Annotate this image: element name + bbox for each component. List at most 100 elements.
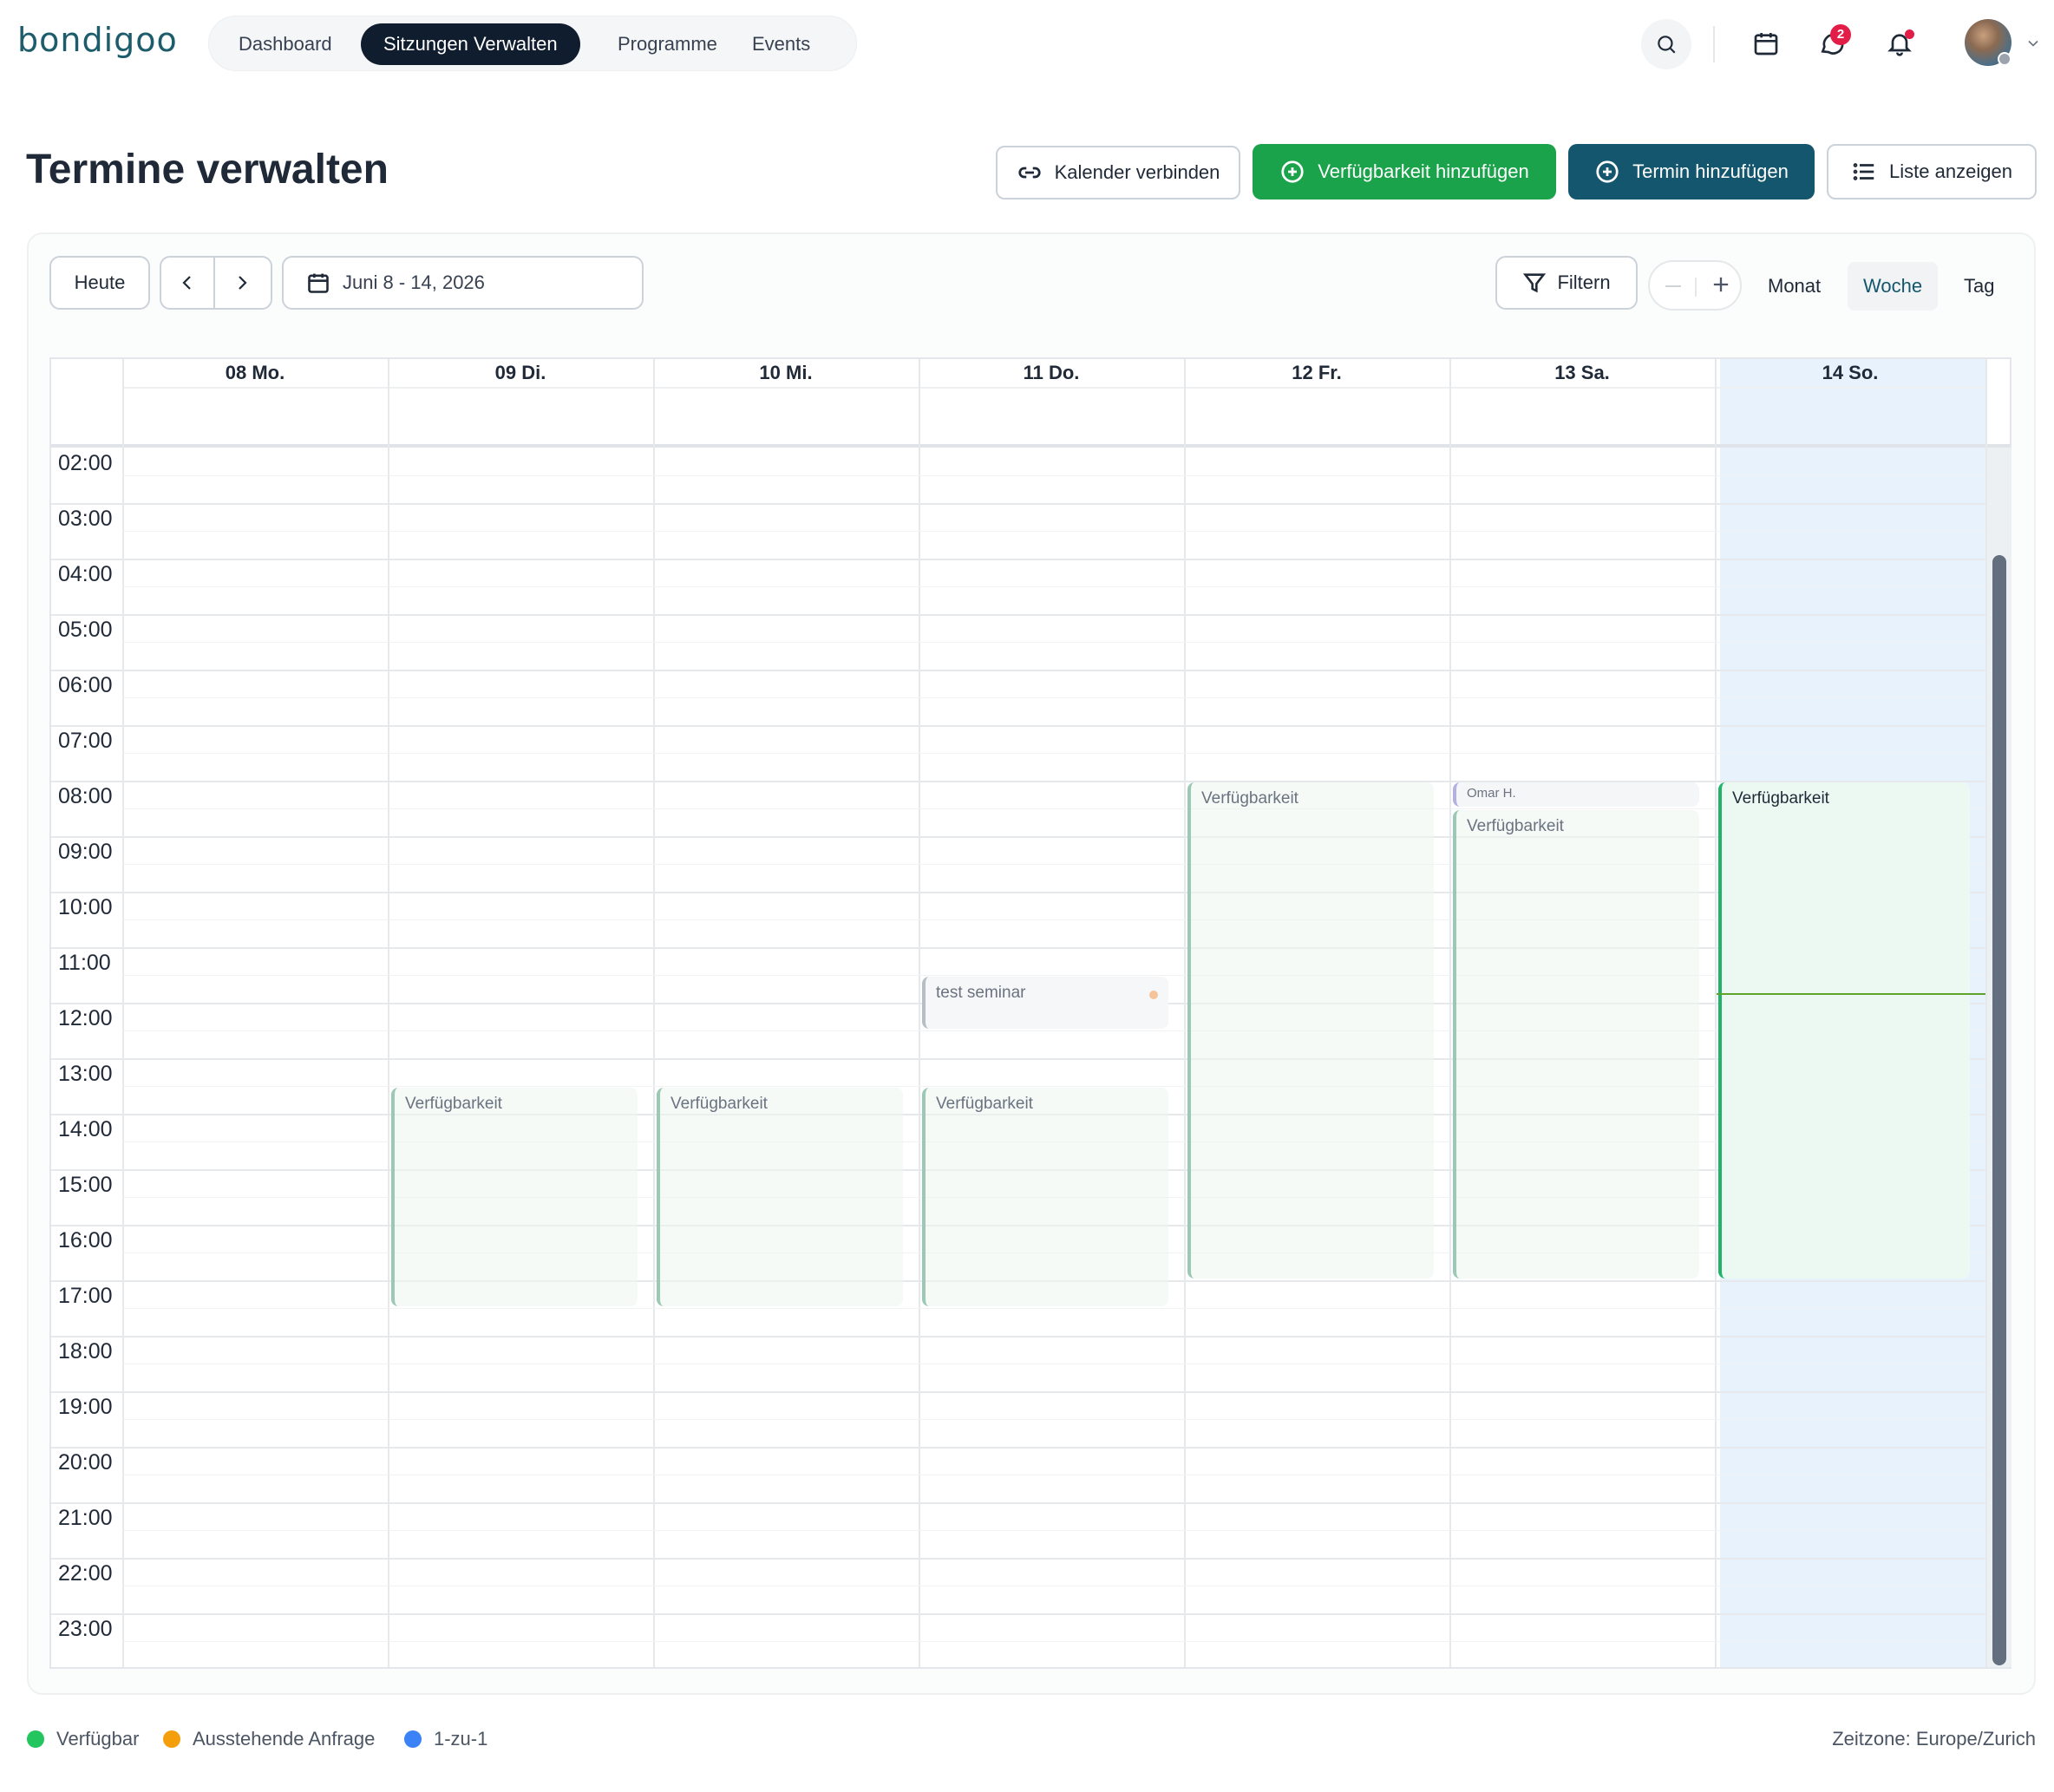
half-hour-divider — [122, 808, 1985, 809]
day-header-wed[interactable]: 10 Mi. — [653, 359, 919, 387]
time-label: 10:00 — [58, 895, 113, 919]
show-list-button[interactable]: Liste anzeigen — [1827, 144, 2037, 199]
day-header-sat[interactable]: 13 Sa. — [1449, 359, 1715, 387]
day-header-fri[interactable]: 12 Fr. — [1184, 359, 1449, 387]
view-tab-day[interactable]: Tag — [1948, 262, 2010, 311]
connect-calendar-label: Kalender verbinden — [1054, 161, 1220, 183]
view-tab-month[interactable]: Monat — [1752, 262, 1836, 311]
event-title: Verfügbarkeit — [1732, 789, 1829, 808]
column-divider — [653, 359, 655, 1667]
legend-label-one-on-one: 1-zu-1 — [434, 1728, 488, 1749]
column-divider — [1184, 359, 1186, 1667]
today-button[interactable]: Heute — [49, 256, 150, 310]
hour-divider — [51, 1391, 1985, 1393]
notification-dot — [1905, 29, 1914, 39]
hour-divider — [51, 1447, 1985, 1449]
event-availability[interactable]: Verfügbarkeit — [391, 1088, 638, 1306]
nav-item-programme[interactable]: Programme — [595, 23, 740, 65]
messages-count-badge: 2 — [1830, 24, 1851, 45]
event-availability[interactable]: Verfügbarkeit — [1718, 782, 1970, 1279]
zoom-out-button[interactable] — [1665, 285, 1681, 287]
time-label: 15:00 — [58, 1173, 113, 1197]
user-menu-toggle[interactable] — [2023, 33, 2044, 54]
time-label: 03:00 — [58, 507, 113, 531]
event-availability[interactable]: Verfügbarkeit — [1453, 810, 1699, 1279]
legend-label-pending: Ausstehende Anfrage — [193, 1728, 376, 1749]
half-hour-divider — [122, 753, 1985, 754]
event-title: Verfügbarkeit — [1467, 817, 1564, 835]
week-calendar-grid: 08 Mo. 09 Di. 10 Mi. 11 Do. 12 Fr. 13 Sa… — [49, 357, 2011, 1669]
hour-divider — [51, 614, 1985, 616]
hour-divider — [51, 1502, 1985, 1504]
next-week-button[interactable] — [215, 258, 269, 308]
column-divider — [1715, 359, 1717, 1667]
page-title: Termine verwalten — [26, 147, 389, 193]
event-title: Omar H. — [1467, 786, 1516, 801]
hour-divider — [51, 670, 1985, 671]
add-availability-button[interactable]: Verfügbarkeit hinzufügen — [1253, 144, 1556, 199]
view-tab-week[interactable]: Woche — [1848, 262, 1939, 311]
legend-label-available: Verfügbar — [56, 1728, 140, 1749]
header-divider — [122, 387, 1985, 389]
current-time-indicator — [1717, 993, 1985, 996]
nav-item-sitzungen-verwalten[interactable]: Sitzungen Verwalten — [361, 23, 580, 65]
calendar-button[interactable] — [1749, 26, 1783, 61]
half-hour-divider — [122, 697, 1985, 698]
filter-button[interactable]: Filtern — [1495, 256, 1638, 310]
day-header-mon[interactable]: 08 Mo. — [122, 359, 388, 387]
time-label: 21:00 — [58, 1506, 113, 1530]
time-label: 17:00 — [58, 1284, 113, 1308]
list-icon — [1853, 163, 1874, 180]
previous-week-button[interactable] — [161, 258, 215, 308]
time-label: 11:00 — [58, 951, 111, 975]
half-hour-divider — [122, 1641, 1985, 1642]
day-header-tue[interactable]: 09 Di. — [388, 359, 653, 387]
chevron-left-icon — [182, 276, 191, 290]
event-test-seminar[interactable]: test seminar — [922, 977, 1168, 1029]
day-header-sun[interactable]: 14 So. — [1715, 359, 1985, 387]
nav-item-events[interactable]: Events — [729, 23, 833, 65]
half-hour-divider — [122, 1308, 1985, 1309]
legend-dot-available — [27, 1730, 44, 1748]
plus-icon — [1713, 277, 1729, 292]
calendar-icon — [1754, 33, 1778, 56]
legend-dot-pending — [163, 1730, 180, 1748]
timezone-label: Zeitzone: Europe/Zurich — [1832, 1728, 2036, 1749]
nav-item-dashboard[interactable]: Dashboard — [216, 23, 355, 65]
event-title: test seminar — [936, 984, 1026, 1002]
column-divider — [122, 359, 124, 1667]
event-availability[interactable]: Verfügbarkeit — [1187, 782, 1434, 1279]
event-title: Verfügbarkeit — [405, 1095, 502, 1113]
half-hour-divider — [122, 975, 1985, 976]
show-list-label: Liste anzeigen — [1889, 160, 2012, 182]
scrollbar-thumb[interactable] — [1992, 555, 2006, 1665]
time-label: 14:00 — [58, 1117, 113, 1141]
event-availability[interactable]: Verfügbarkeit — [922, 1088, 1168, 1306]
connect-calendar-button[interactable]: Kalender verbinden — [996, 146, 1240, 199]
top-navigation-bar: bondigoo Dashboard Sitzungen Verwalten P… — [0, 0, 2054, 87]
time-label: 04:00 — [58, 562, 113, 586]
event-booking[interactable]: Omar H. — [1453, 782, 1699, 807]
zoom-in-button[interactable] — [1709, 272, 1737, 300]
add-appointment-button[interactable]: Termin hinzufügen — [1568, 144, 1815, 199]
half-hour-divider — [122, 864, 1985, 865]
chevron-down-icon — [2028, 40, 2038, 47]
bondigoo-logo[interactable]: bondigoo — [17, 21, 178, 59]
half-hour-divider — [122, 1419, 1985, 1420]
legend-available: Verfügbar — [27, 1728, 139, 1750]
search-button[interactable] — [1641, 19, 1691, 69]
date-range-picker[interactable]: Juni 8 - 14, 2026 — [282, 256, 644, 310]
chevron-right-icon — [239, 276, 247, 290]
event-availability[interactable]: Verfügbarkeit — [657, 1088, 903, 1306]
main-nav: Dashboard Sitzungen Verwalten Programme … — [208, 16, 857, 71]
hour-divider — [51, 559, 1985, 560]
day-header-thu[interactable]: 11 Do. — [919, 359, 1184, 387]
hour-divider — [51, 503, 1985, 505]
half-hour-divider — [122, 919, 1985, 920]
time-label: 05:00 — [58, 618, 113, 642]
time-label: 19:00 — [58, 1395, 113, 1419]
time-label: 18:00 — [58, 1339, 113, 1364]
hour-divider — [51, 725, 1985, 727]
time-label: 22:00 — [58, 1561, 113, 1586]
event-title: Verfügbarkeit — [936, 1095, 1033, 1113]
